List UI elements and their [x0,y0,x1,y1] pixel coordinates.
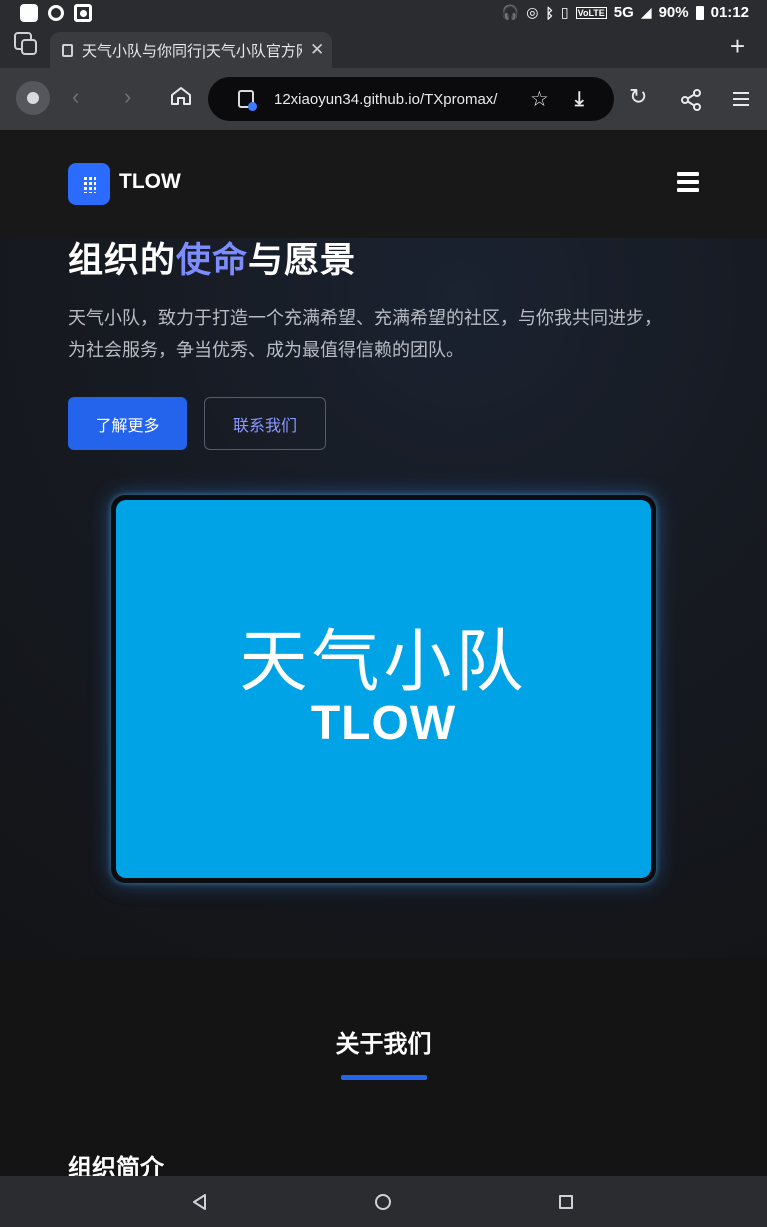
nav-recents-icon[interactable] [559,1195,573,1209]
hamburger-menu-icon[interactable] [677,172,699,192]
clock: 01:12 [710,4,749,21]
logo-building-icon[interactable] [68,163,110,205]
bookmark-star-icon[interactable]: ☆ [530,87,549,112]
page-doc-icon [62,43,73,57]
about-section: 关于我们 组织简介 [0,958,767,1182]
site-info-icon[interactable] [238,90,257,111]
notification-app-icon [20,4,38,22]
contact-us-button[interactable]: 联系我们 [204,397,326,450]
battery-percent: 90% [658,4,689,21]
hero-title-part1: 组织的 [68,241,177,280]
learn-more-button[interactable]: 了解更多 [68,397,187,450]
system-nav-bar [0,1176,767,1227]
home-icon[interactable] [170,86,192,106]
notification-record-icon [74,4,92,22]
about-title-underline [341,1075,427,1080]
browser-tab[interactable]: 天气小队与你同行|天气小队官方网站 ✕ [50,32,332,68]
tab-switcher-icon[interactable] [14,32,37,55]
card-title-cn: 天气小队 [239,623,528,702]
headphones-icon: 🎧 [501,4,520,20]
hero-title-part2: 与愿景 [248,241,357,280]
nav-back-icon[interactable] [191,1193,207,1211]
hero-description: 天气小队，致力于打造一个充满希望、充满希望的社区，与你我共同进步，为社会服务，争… [68,308,662,360]
hero-section: 组织的使命与愿景 天气小队，致力于打造一个充满希望、充满希望的社区，与你我共同进… [0,238,767,958]
site-header: TLOW [0,130,767,238]
volte-badge: VoLTE [575,6,607,19]
browser-toolbar: ‹ › 12xiaoyun34.github.io/TXpromax/ ☆ ⤓ … [0,68,767,130]
tab-strip: 天气小队与你同行|天气小队官方网站 ✕ + [0,28,767,68]
signal-icon: ◢ [640,4,652,20]
back-icon[interactable]: ‹ [72,84,79,110]
bluetooth-icon: ᛒ [545,4,554,21]
battery-icon [695,5,704,20]
card-title-en: TLOW [310,697,457,750]
hero-title: 组织的使命与愿景 [68,232,356,283]
status-left-icons [20,4,92,22]
vibrate-icon: ▯ [560,4,569,20]
close-tab-icon[interactable]: ✕ [310,40,324,60]
hero-image: 天气小队 TLOW [116,500,651,878]
address-bar[interactable]: 12xiaoyun34.github.io/TXpromax/ ☆ ⤓ [208,77,614,121]
share-icon[interactable] [680,89,702,111]
status-bar: 🎧 ◎ ᛒ ▯ VoLTE 5G ◢ 90% 01:12 [0,0,767,28]
reload-icon[interactable]: ↻ [629,84,647,110]
nav-home-icon[interactable] [375,1194,391,1210]
about-title: 关于我们 [335,1031,432,1058]
hero-image-card: 天气小队 TLOW [111,495,656,883]
network-label: 5G [613,4,634,21]
new-tab-button[interactable]: + [730,33,745,59]
hotspot-icon: ◎ [526,4,539,20]
profile-icon[interactable] [16,81,50,115]
browser-menu-icon[interactable] [733,92,749,106]
logo-text[interactable]: TLOW [119,170,181,194]
hero-title-highlight: 使命 [176,241,249,280]
forward-icon[interactable]: › [124,84,131,110]
download-icon[interactable]: ⤓ [575,88,584,111]
url-text[interactable]: 12xiaoyun34.github.io/TXpromax/ [274,91,506,108]
notification-circle-icon [48,5,64,21]
tab-title: 天气小队与你同行|天气小队官方网站 [82,42,302,60]
status-right: 🎧 ◎ ᛒ ▯ VoLTE 5G ◢ 90% 01:12 [502,4,749,21]
